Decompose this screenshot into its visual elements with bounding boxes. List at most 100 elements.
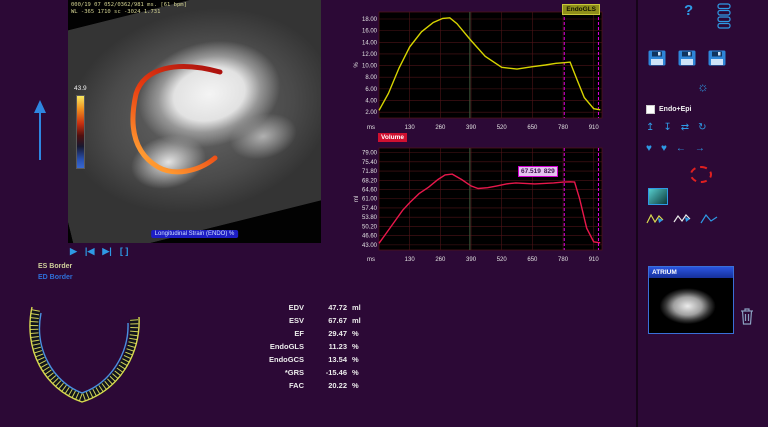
roi-ellipse-button[interactable] (690, 166, 712, 183)
play-button[interactable]: ▶ (70, 246, 77, 257)
measurement-row: EndoGCS 13.54 % (252, 353, 366, 366)
spine-icon[interactable] (714, 2, 734, 30)
svg-text:53.80: 53.80 (362, 215, 378, 221)
measure-unit: % (352, 340, 366, 353)
sidebar-divider (636, 0, 638, 427)
strain-chart-plot[interactable]: 18.0016.0014.0012.0010.008.006.004.002.0… (352, 4, 608, 134)
measurement-row: EF 29.47 % (252, 327, 366, 340)
svg-text:18.00: 18.00 (362, 17, 378, 23)
measure-value: 47.72 (309, 301, 347, 314)
svg-text:780: 780 (558, 125, 569, 131)
measurement-row: ESV 67.67 ml (252, 314, 366, 327)
svg-text:650: 650 (527, 257, 538, 263)
step-last-button[interactable]: ▶| (102, 246, 111, 257)
save-exam-button[interactable] (648, 50, 666, 66)
svg-text:8.00: 8.00 (365, 75, 377, 81)
measure-label: EndoGLS (252, 340, 304, 353)
svg-text:130: 130 (405, 125, 416, 131)
measure-value: -15.46 (309, 366, 347, 379)
atrium-series-title: ATRIUM (649, 267, 733, 278)
save-report-button[interactable] (708, 50, 726, 66)
endo-epi-option[interactable]: Endo+Epi (646, 105, 691, 114)
measure-unit: ml (352, 301, 366, 314)
frame-select-button[interactable]: [ ] (120, 246, 129, 257)
svg-text:390: 390 (466, 257, 477, 263)
atrium-series-panel[interactable]: ATRIUM (648, 266, 734, 334)
measurement-row: *GRS -15.46 % (252, 366, 366, 379)
atrium-series-thumbnail[interactable] (649, 278, 733, 332)
measure-unit: % (352, 353, 366, 366)
svg-text:10.00: 10.00 (362, 64, 378, 70)
svg-text:650: 650 (527, 125, 538, 131)
redo-contour-button[interactable]: ↻ (698, 122, 706, 134)
save-image-button[interactable] (678, 50, 696, 66)
strain-chart[interactable]: 18.0016.0014.0012.0010.008.006.004.002.0… (352, 4, 608, 134)
overlay-line1: 000/19 07 052/0362/981 ms. [61 bpm] (71, 2, 187, 8)
curve-edit-button[interactable] (673, 212, 691, 226)
svg-text:ml: ml (354, 196, 360, 202)
colorbar-max-value: 43.9 (74, 85, 87, 92)
svg-text:68.20: 68.20 (362, 178, 378, 184)
svg-text:910: 910 (589, 257, 600, 263)
measure-value: 29.47 (309, 327, 347, 340)
ed-border-label: ED Border (38, 273, 73, 284)
smooth-down-button[interactable]: ↧ (663, 122, 671, 134)
frame-position-arrow (30, 98, 50, 164)
endo-epi-label: Endo+Epi (659, 106, 691, 113)
endo-epi-checkbox[interactable] (646, 105, 655, 114)
svg-text:ms: ms (367, 125, 375, 131)
curve-tools-row (646, 212, 718, 226)
atrial-contour-sketch (20, 283, 155, 421)
tooltip-time: 829 (544, 167, 555, 176)
ultrasound-viewer[interactable]: 000/19 07 052/0362/981 ms. [61 bpm] WL -… (68, 0, 321, 243)
strain-contour-overlay (68, 0, 321, 243)
svg-text:780: 780 (558, 257, 569, 263)
overlay-line2: WL -365 1710 sc -3024 1.731 (71, 9, 160, 15)
svg-text:520: 520 (497, 257, 508, 263)
svg-text:61.00: 61.00 (362, 197, 378, 203)
measure-unit: % (352, 327, 366, 340)
svg-text:130: 130 (405, 257, 416, 263)
volume-cursor-tooltip: 67.519 829 (518, 166, 558, 177)
es-border-label: ES Border (38, 262, 73, 273)
endo-border-button[interactable]: ♥ (646, 143, 652, 155)
save-buttons-row (648, 50, 726, 66)
svg-text:ms: ms (367, 257, 375, 263)
playback-controls: ▶ |◀ ▶| [ ] (70, 246, 128, 257)
svg-text:2.00: 2.00 (365, 110, 377, 116)
svg-text:71.80: 71.80 (362, 169, 378, 175)
delete-series-button[interactable] (739, 306, 755, 326)
step-first-button[interactable]: |◀ (85, 246, 94, 257)
nudge-right-button[interactable]: → (695, 143, 705, 155)
swap-borders-button[interactable]: ⇄ (681, 122, 689, 134)
measure-value: 13.54 (309, 353, 347, 366)
measure-label: EDV (252, 301, 304, 314)
strain-colorbar (76, 95, 85, 169)
svg-text:4.00: 4.00 (365, 99, 377, 105)
measure-unit: % (352, 366, 366, 379)
measure-label: ESV (252, 314, 304, 327)
volume-chart-plot[interactable]: 79.0075.4071.8068.2064.6061.0057.4053.80… (352, 136, 608, 266)
smooth-up-button[interactable]: ↥ (646, 122, 654, 134)
brightness-contrast-button[interactable]: ☼ (697, 80, 709, 93)
nudge-left-button[interactable]: ← (676, 143, 686, 155)
measure-value: 67.67 (309, 314, 347, 327)
curve-compare-button[interactable] (700, 212, 718, 226)
svg-text:14.00: 14.00 (362, 40, 378, 46)
svg-text:260: 260 (435, 125, 446, 131)
endogls-badge: EndoGLS (562, 4, 600, 15)
svg-text:79.00: 79.00 (362, 151, 378, 157)
border-legend: ES Border ED Border (38, 262, 73, 283)
svg-text:520: 520 (497, 125, 508, 131)
volume-chart[interactable]: 79.0075.4071.8068.2064.6061.0057.4053.80… (352, 136, 608, 266)
svg-text:75.40: 75.40 (362, 160, 378, 166)
parametric-map-button[interactable] (648, 188, 668, 205)
help-button[interactable]: ? (684, 2, 693, 19)
svg-text:46.60: 46.60 (362, 234, 378, 240)
measure-unit: % (352, 379, 366, 392)
curve-export-button[interactable] (646, 212, 664, 226)
app-root: { "window": { "bg": "#2c0936" }, "viewer… (0, 0, 768, 427)
measure-label: EndoGCS (252, 353, 304, 366)
epi-border-button[interactable]: ♥ (661, 143, 667, 155)
measure-unit: ml (352, 314, 366, 327)
